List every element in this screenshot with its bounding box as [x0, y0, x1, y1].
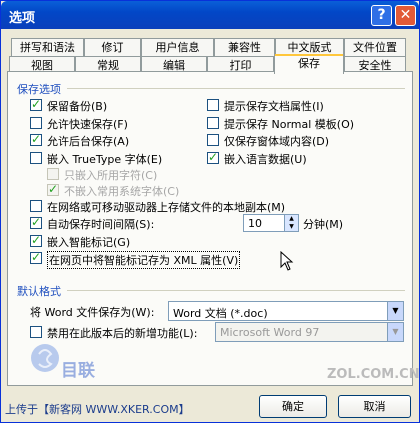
embed-lang-label: 嵌入语言数据(U) [224, 153, 307, 166]
autosave-label: 自动保存时间间隔(S): [47, 218, 155, 231]
window-title: 选项 [9, 11, 36, 26]
tab-save[interactable]: 保存 [274, 54, 344, 74]
mouse-pointer-icon [280, 251, 294, 271]
autosave-spinner[interactable]: 10 ▲ ▼ [243, 214, 299, 232]
prompt-props-label: 提示保存文档属性(I) [224, 100, 324, 113]
site-watermark-logo: 目联 [31, 344, 95, 381]
xml-tags-label: 在网页中将智能标记存为 XML 属性(V) [47, 251, 241, 269]
format-value: Word 文档 (*.doc) [173, 307, 268, 320]
default-format-divider [67, 290, 405, 291]
tab-user-info[interactable]: 用户信息 [141, 38, 214, 56]
tab-track-changes[interactable]: 修订 [84, 38, 141, 56]
embed-used-checkbox[interactable] [47, 168, 59, 180]
fast-save-label: 允许快速保存(F) [47, 118, 128, 131]
embed-truetype-label: 嵌入 TrueType 字体(E) [47, 153, 163, 166]
tab-compatibility[interactable]: 兼容性 [214, 38, 275, 56]
autosave-value: 10 [248, 217, 262, 230]
embed-lang-checkbox[interactable] [207, 150, 219, 164]
local-copy-checkbox[interactable] [30, 200, 42, 212]
autosave-checkbox[interactable] [30, 215, 42, 229]
bg-save-label: 允许后台保存(A) [47, 135, 130, 148]
fast-save-checkbox[interactable] [30, 117, 42, 129]
backup-checkbox[interactable] [30, 97, 42, 111]
help-icon[interactable]: ? [371, 5, 392, 26]
title-bar: 选项 ? ✕ [1, 1, 419, 29]
save-options-heading: 保存选项 [17, 83, 61, 96]
no-common-fonts-checkbox[interactable] [47, 182, 59, 196]
no-common-fonts-label: 不嵌入常用系统字体(C) [64, 185, 180, 198]
corner-watermark: ZOL.COM.CN [327, 367, 420, 382]
form-data-label: 仅保存窗体域内容(D) [224, 135, 330, 148]
disable-version-select[interactable]: Microsoft Word 97 ▼ [215, 322, 404, 342]
tab-file-locations[interactable]: 文件位置 [344, 38, 406, 56]
backup-label: 保留备份(B) [47, 100, 108, 113]
embed-truetype-checkbox[interactable] [30, 152, 42, 164]
prompt-normal-checkbox[interactable] [207, 117, 219, 129]
prompt-normal-label: 提示保存 Normal 模板(O) [224, 118, 355, 131]
spin-down-icon[interactable]: ▼ [284, 223, 298, 231]
xml-tags-checkbox[interactable] [30, 250, 42, 264]
format-select[interactable]: Word 文档 (*.doc) ▼ [168, 301, 404, 321]
svg-text:目联: 目联 [61, 361, 95, 381]
options-dialog: 选项 ? ✕ 拼写和语法 修订 用户信息 兼容性 中文版式 文件位置 视图 常规… [0, 0, 420, 423]
save-options-divider [67, 88, 405, 89]
format-label: 将 Word 文件保存为(W): [30, 306, 155, 319]
tab-spelling-grammar[interactable]: 拼写和语法 [11, 38, 84, 56]
upload-caption: 上传于【新客网 WWW.XKER.COM】 [5, 403, 190, 416]
default-format-heading: 默认格式 [17, 285, 61, 298]
cancel-button[interactable]: 取消 [338, 395, 411, 418]
embed-used-label: 只嵌入所用字符(C) [64, 169, 158, 182]
smart-tags-checkbox[interactable] [30, 233, 42, 247]
close-icon[interactable]: ✕ [395, 5, 416, 26]
spin-up-icon[interactable]: ▲ [284, 215, 298, 223]
ok-button[interactable]: 确定 [259, 395, 327, 418]
local-copy-label: 在网络或可移动驱动器上存储文件的本地副本(M) [47, 201, 286, 214]
disable-version-value: Microsoft Word 97 [220, 326, 320, 339]
smart-tags-label: 嵌入智能标记(G) [47, 236, 131, 249]
autosave-unit: 分钟(M) [303, 218, 344, 231]
chevron-down-icon[interactable]: ▼ [387, 302, 403, 320]
chevron-down-icon[interactable]: ▼ [387, 323, 403, 341]
form-data-checkbox[interactable] [207, 134, 219, 146]
bg-save-checkbox[interactable] [30, 132, 42, 146]
prompt-props-checkbox[interactable] [207, 99, 219, 111]
